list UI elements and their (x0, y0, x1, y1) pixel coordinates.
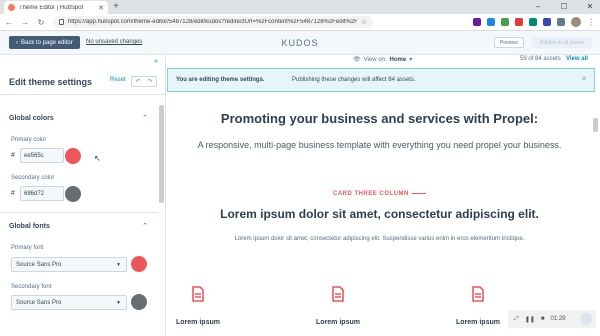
secondary-font-select[interactable]: Source Sans Pro ▼ (11, 295, 127, 310)
primary-font-label: Primary font (11, 245, 44, 251)
primary-color-input[interactable]: ee565c (20, 148, 64, 163)
panel-title: Edit theme settings (9, 77, 93, 87)
global-colors-heading[interactable]: Global colors (9, 115, 54, 122)
caret-down-icon: ▼ (116, 300, 121, 306)
secondary-color-input[interactable]: 686d72 (20, 186, 64, 201)
primary-color-swatch[interactable] (65, 148, 81, 164)
maximize-button[interactable]: ☐ (558, 0, 570, 14)
tab-close-icon[interactable]: ✕ (98, 4, 104, 12)
undo-icon[interactable]: ↶ (135, 78, 140, 85)
window-controls: – ☐ ✕ (532, 0, 596, 14)
view-on-label: View on: (363, 56, 387, 63)
recording-time: 01:29 (550, 316, 566, 322)
global-fonts-heading[interactable]: Global fonts (9, 223, 50, 230)
mouse-cursor-icon: ↖ (94, 154, 101, 163)
primary-color-label: Primary color (11, 137, 47, 143)
section-eyebrow: CARD THREE COLUMN (333, 191, 409, 197)
page-subhead: A responsive, multi-page business templa… (197, 140, 562, 150)
new-tab-button[interactable]: + (113, 0, 119, 14)
expand-icon[interactable]: ⤢ (514, 316, 519, 323)
secondary-font-label: Secondary font (11, 284, 52, 290)
secondary-font-color-swatch[interactable] (131, 294, 147, 310)
publish-button[interactable]: Publish to all assets (532, 37, 592, 48)
page-headline: Promoting your business and services wit… (220, 111, 539, 126)
editor-header: ‹ Back to page editor No unsaved changes… (0, 31, 600, 55)
theme-settings-panel: « Edit theme settings Reset ↶ ↷ Global c… (0, 55, 166, 336)
bookmark-star-icon[interactable]: ☆ (361, 18, 367, 26)
lock-icon (59, 19, 64, 25)
eyebrow-line (412, 193, 426, 194)
stop-icon[interactable]: ■ (541, 316, 545, 322)
assets-count: 59 of 84 assets (520, 56, 561, 62)
view-on-selector[interactable]: 👁 View on: Home ▾ (353, 56, 413, 64)
card-label: Lorem ipsum (316, 319, 360, 326)
section-title: Lorem ipsum dolor sit amet, consectetur … (220, 207, 539, 221)
extensions: ⋮ (473, 17, 595, 27)
tab-title: Theme Editor | HubSpot (19, 4, 84, 11)
extension-icon[interactable] (501, 18, 509, 26)
browser-tab-bar: Theme Editor | HubSpot ✕ + – ☐ ✕ (0, 0, 600, 14)
reload-icon[interactable]: ↻ (37, 18, 45, 27)
primary-font-color-swatch[interactable] (131, 256, 147, 272)
address-bar[interactable]: https://app.hubspot.com/theme-editor/548… (53, 16, 373, 28)
document-icon (472, 286, 484, 302)
undo-redo-group: ↶ ↷ (131, 76, 157, 87)
extension-icon[interactable] (487, 18, 495, 26)
close-icon[interactable]: ✕ (581, 75, 587, 83)
panel-scrollbar[interactable] (159, 105, 164, 203)
info-banner: You are editing theme settings. Publishi… (167, 68, 595, 92)
browser-menu-icon[interactable]: ⋮ (587, 18, 595, 27)
close-window-button[interactable]: ✕ (584, 0, 596, 14)
hash-symbol: # (11, 152, 15, 159)
secondary-color-swatch[interactable] (65, 186, 81, 202)
eye-icon: 👁 (353, 57, 361, 63)
extension-icon[interactable] (473, 18, 481, 26)
redo-icon[interactable]: ↷ (147, 78, 152, 85)
pause-icon[interactable]: ❚❚ (525, 316, 535, 323)
primary-font-select[interactable]: Source Sans Pro ▼ (11, 257, 127, 272)
preview-button[interactable]: Preview (494, 37, 524, 48)
preview-scrollbar[interactable] (593, 118, 598, 132)
screen: { "browser": { "tab_title": "Theme Edito… (0, 0, 600, 336)
chevron-up-icon[interactable]: ⌃ (142, 114, 148, 122)
chevron-up-icon[interactable]: ⌃ (142, 222, 148, 230)
extension-icon[interactable] (529, 18, 537, 26)
recording-controls: ⤢ ❚❚ ■ 01:29 (508, 310, 596, 328)
card-label: Lorem ipsum (176, 319, 220, 326)
secondary-font-value: Source Sans Pro (16, 299, 62, 306)
view-all-link[interactable]: View all (566, 56, 588, 62)
collapse-panel-icon[interactable]: « (154, 58, 158, 65)
card: Lorem ipsum (448, 286, 508, 326)
card: Lorem ipsum (308, 286, 368, 326)
hash-symbol: # (11, 190, 15, 197)
url-text: https://app.hubspot.com/theme-editor/548… (67, 19, 357, 25)
forward-arrow-icon[interactable]: → (21, 18, 29, 27)
banner-bold-text: You are editing theme settings. (176, 77, 265, 83)
caret-down-icon: ▼ (116, 262, 121, 268)
secondary-color-label: Secondary color (11, 175, 55, 181)
browser-toolbar: ← → ↻ https://app.hubspot.com/theme-edit… (0, 14, 600, 31)
profile-avatar[interactable] (571, 17, 581, 27)
primary-font-value: Source Sans Pro (16, 261, 62, 268)
minimize-button[interactable]: – (532, 0, 544, 14)
card-label: Lorem ipsum (456, 319, 500, 326)
banner-text: Publishing these changes will affect 84 … (292, 77, 416, 83)
reset-link[interactable]: Reset (110, 77, 126, 83)
document-icon (192, 286, 204, 302)
back-arrow-icon[interactable]: ← (5, 18, 13, 27)
extension-icon[interactable] (557, 18, 565, 26)
record-icon[interactable] (580, 313, 592, 325)
panel-header: Edit theme settings Reset ↶ ↷ (0, 67, 166, 95)
caret-down-icon: ▾ (409, 57, 413, 63)
extension-icon[interactable] (515, 18, 523, 26)
section-text: Lorem ipsum dolor sit amet, consectetur … (234, 236, 525, 242)
section-divider (0, 212, 158, 213)
browser-tab[interactable]: Theme Editor | HubSpot ✕ (4, 1, 108, 14)
hubspot-favicon-icon (8, 4, 15, 11)
view-on-value: Home (389, 56, 407, 63)
extension-icon[interactable] (543, 18, 551, 26)
card: Lorem ipsum (168, 286, 228, 326)
document-icon (332, 286, 344, 302)
